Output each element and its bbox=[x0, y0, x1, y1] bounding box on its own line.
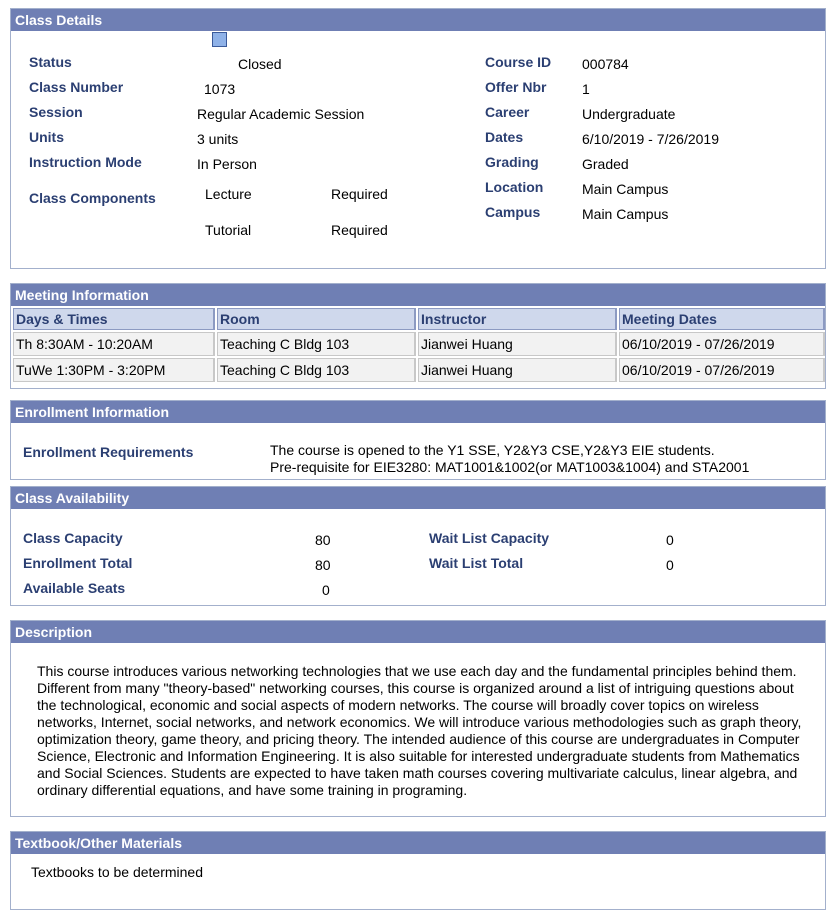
available-seats-label: Available Seats bbox=[23, 580, 126, 596]
meeting-table-header-row: Days & Times Room Instructor Meeting Dat… bbox=[13, 308, 825, 330]
class-capacity-label: Class Capacity bbox=[23, 530, 123, 546]
session-label: Session bbox=[29, 104, 83, 120]
room-cell: Teaching C Bldg 103 bbox=[217, 358, 416, 382]
table-row: TuWe 1:30PM - 3:20PM Teaching C Bldg 103… bbox=[13, 358, 825, 382]
meeting-information-panel: Meeting Information Days & Times Room In… bbox=[10, 283, 826, 389]
wait-list-capacity-value: 0 bbox=[666, 532, 674, 548]
class-components-label: Class Components bbox=[29, 190, 156, 206]
course-id-value: 000784 bbox=[582, 56, 629, 72]
days-times-cell: TuWe 1:30PM - 3:20PM bbox=[13, 358, 215, 382]
enrollment-total-value: 80 bbox=[315, 557, 331, 573]
room-cell: Teaching C Bldg 103 bbox=[217, 332, 416, 356]
textbook-header: Textbook/Other Materials bbox=[11, 832, 825, 854]
dates-label: Dates bbox=[485, 129, 524, 145]
enrollment-requirements-label: Enrollment Requirements bbox=[23, 444, 194, 460]
enrollment-requirements-line1: The course is opened to the Y1 SSE, Y2&Y… bbox=[270, 442, 715, 458]
session-value: Regular Academic Session bbox=[197, 106, 365, 122]
campus-label: Campus bbox=[485, 204, 541, 220]
wait-list-capacity-label: Wait List Capacity bbox=[429, 530, 550, 546]
dates-value: 6/10/2019 - 7/26/2019 bbox=[582, 131, 720, 147]
instructor-cell: Jianwei Huang bbox=[418, 332, 617, 356]
enrollment-requirements-line2: Pre-requisite for EIE3280: MAT1001&1002(… bbox=[270, 459, 750, 475]
instruction-mode-value: In Person bbox=[197, 156, 257, 172]
available-seats-value: 0 bbox=[322, 582, 330, 598]
location-label: Location bbox=[485, 179, 544, 195]
grading-value: Graded bbox=[582, 156, 629, 172]
component-name: Lecture bbox=[205, 186, 252, 202]
enrollment-total-label: Enrollment Total bbox=[23, 555, 133, 571]
class-number-value: 1073 bbox=[204, 81, 236, 97]
component-name: Tutorial bbox=[205, 222, 252, 238]
class-capacity-value: 80 bbox=[315, 532, 331, 548]
class-availability-panel: Class Availability Class Capacity 80 Enr… bbox=[10, 486, 826, 606]
class-details-header: Class Details bbox=[11, 9, 825, 31]
description-panel: Description This course introduces vario… bbox=[10, 620, 826, 817]
days-times-cell: Th 8:30AM - 10:20AM bbox=[13, 332, 215, 356]
column-header-days-times: Days & Times bbox=[13, 308, 215, 330]
wait-list-total-label: Wait List Total bbox=[429, 555, 524, 571]
course-id-label: Course ID bbox=[485, 54, 552, 70]
class-availability-header: Class Availability bbox=[11, 487, 825, 509]
campus-value: Main Campus bbox=[582, 206, 669, 222]
column-header-room: Room bbox=[217, 308, 416, 330]
enrollment-information-panel: Enrollment Information Enrollment Requir… bbox=[10, 400, 826, 480]
meeting-dates-cell: 06/10/2019 - 07/26/2019 bbox=[619, 358, 825, 382]
offer-nbr-label: Offer Nbr bbox=[485, 79, 547, 95]
meeting-information-header: Meeting Information bbox=[11, 284, 825, 306]
enrollment-information-header: Enrollment Information bbox=[11, 401, 825, 423]
closed-status-icon bbox=[212, 32, 227, 47]
component-requirement: Required bbox=[331, 222, 388, 238]
grading-label: Grading bbox=[485, 154, 539, 170]
status-label: Status bbox=[29, 54, 72, 70]
column-header-meeting-dates: Meeting Dates bbox=[619, 308, 825, 330]
textbook-panel: Textbook/Other Materials Textbooks to be… bbox=[10, 831, 826, 910]
course-description-text: This course introduces various networkin… bbox=[37, 663, 802, 798]
status-value: Closed bbox=[238, 56, 282, 72]
class-details-panel: Class Details Status Closed Class Number… bbox=[10, 8, 826, 269]
meeting-dates-cell: 06/10/2019 - 07/26/2019 bbox=[619, 332, 825, 356]
class-number-label: Class Number bbox=[29, 79, 124, 95]
units-label: Units bbox=[29, 129, 64, 145]
instructor-cell: Jianwei Huang bbox=[418, 358, 617, 382]
column-header-instructor: Instructor bbox=[418, 308, 617, 330]
textbook-text: Textbooks to be determined bbox=[31, 864, 203, 880]
offer-nbr-value: 1 bbox=[582, 81, 590, 97]
table-row: Th 8:30AM - 10:20AM Teaching C Bldg 103 … bbox=[13, 332, 825, 356]
wait-list-total-value: 0 bbox=[666, 557, 674, 573]
meeting-table: Days & Times Room Instructor Meeting Dat… bbox=[11, 306, 827, 384]
component-requirement: Required bbox=[331, 186, 388, 202]
units-value: 3 units bbox=[197, 131, 239, 147]
location-value: Main Campus bbox=[582, 181, 669, 197]
career-label: Career bbox=[485, 104, 530, 120]
description-header: Description bbox=[11, 621, 825, 643]
career-value: Undergraduate bbox=[582, 106, 676, 122]
instruction-mode-label: Instruction Mode bbox=[29, 154, 142, 170]
